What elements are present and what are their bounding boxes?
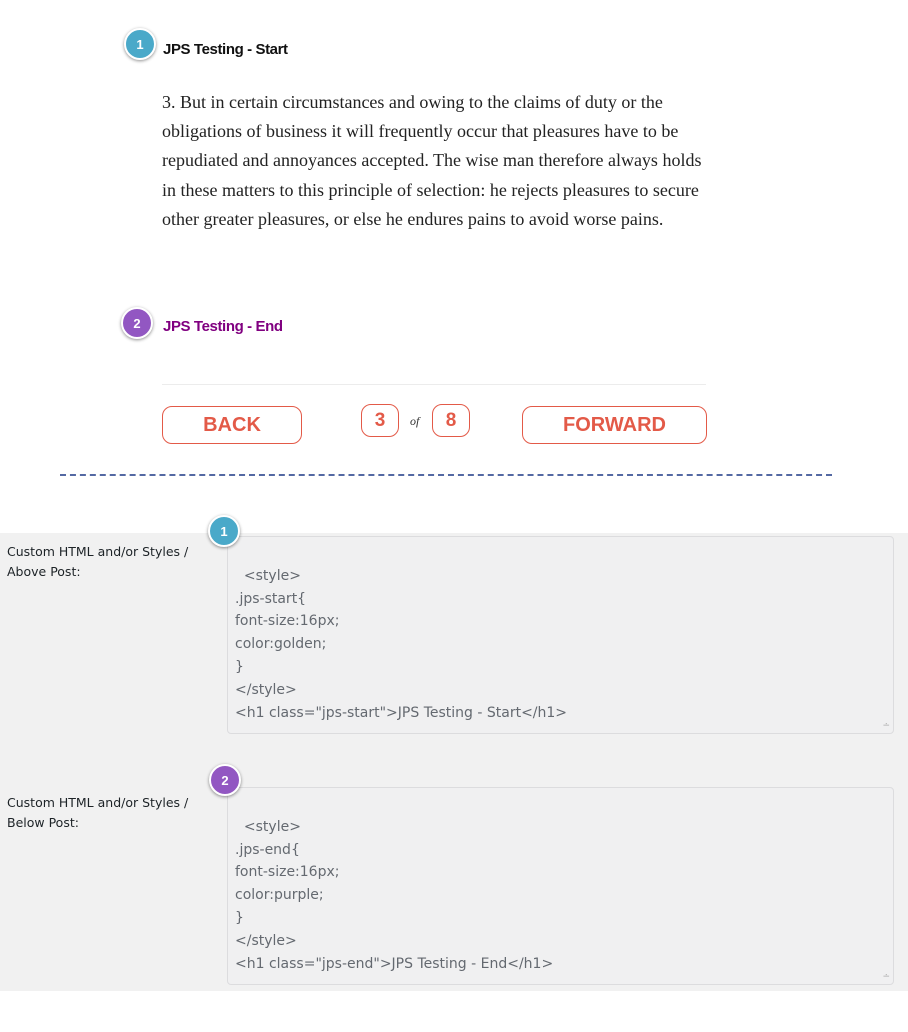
above-post-textarea[interactable]: <style> .jps-start{ font-size:16px; colo… bbox=[227, 536, 894, 734]
section-divider bbox=[60, 474, 832, 476]
below-post-code: <style> .jps-end{ font-size:16px; color:… bbox=[235, 818, 554, 972]
step-1-badge-settings: 1 bbox=[208, 515, 240, 547]
pagination-top-rule bbox=[162, 384, 706, 385]
below-post-textarea[interactable]: <style> .jps-end{ font-size:16px; color:… bbox=[227, 787, 894, 985]
jps-end-heading: JPS Testing - End bbox=[163, 318, 283, 335]
total-pages-number: 8 bbox=[432, 404, 470, 437]
above-post-label: Custom HTML and/or Styles / Above Post: bbox=[7, 544, 189, 579]
resize-grip-icon[interactable]: ∸ bbox=[882, 973, 890, 982]
resize-grip-icon[interactable]: ∸ bbox=[882, 722, 890, 731]
step-2-badge-settings: 2 bbox=[209, 764, 241, 796]
current-page-number: 3 bbox=[361, 404, 399, 437]
back-button[interactable]: BACK bbox=[162, 406, 302, 444]
below-post-label: Custom HTML and/or Styles / Below Post: bbox=[7, 795, 189, 830]
above-post-code: <style> .jps-start{ font-size:16px; colo… bbox=[235, 567, 568, 721]
step-2-badge: 2 bbox=[121, 307, 153, 339]
page-of-label: of bbox=[410, 414, 420, 428]
forward-button[interactable]: FORWARD bbox=[522, 406, 707, 444]
post-paragraph: 3. But in certain circumstances and owin… bbox=[162, 92, 702, 229]
jps-start-heading: JPS Testing - Start bbox=[163, 41, 288, 58]
step-1-badge: 1 bbox=[124, 28, 156, 60]
